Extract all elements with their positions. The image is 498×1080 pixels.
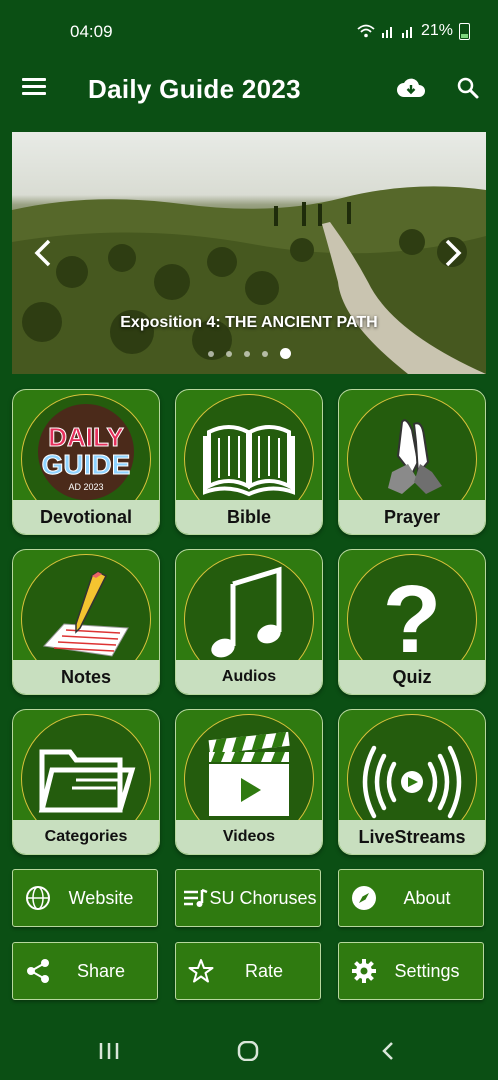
carousel-indicators [12, 348, 486, 359]
logo-line1: DAILY [48, 422, 124, 452]
wifi-icon [357, 24, 375, 38]
system-nav-bar [0, 1020, 498, 1080]
su-choruses-button[interactable]: SU Choruses [175, 869, 321, 927]
rate-button[interactable]: Rate [175, 942, 321, 1000]
playlist-icon [184, 888, 208, 907]
search-icon[interactable] [456, 76, 480, 100]
battery-icon [459, 22, 470, 40]
status-icons: 21% [357, 22, 470, 40]
folder-icon [38, 749, 136, 813]
tile-devotional[interactable]: DAILY GUIDE AD 2023 Devotional [12, 389, 160, 535]
button-label: Website [68, 887, 134, 908]
tile-audios[interactable]: Audios [175, 549, 323, 695]
clapperboard-icon [208, 731, 290, 816]
question-mark-icon: ? [383, 566, 442, 662]
battery-percent: 21% [420, 22, 453, 39]
tile-videos[interactable]: Videos [175, 709, 323, 855]
tile-categories[interactable]: Categories [12, 709, 160, 855]
app-title: Daily Guide 2023 [88, 74, 301, 104]
status-bar: 04:09 21% [0, 0, 498, 64]
gear-icon [352, 959, 376, 983]
pencil-paper-icon [42, 571, 129, 657]
back-icon[interactable] [380, 1041, 396, 1061]
recent-apps-icon[interactable] [98, 1042, 120, 1060]
globe-icon [26, 886, 50, 910]
about-button[interactable]: About [338, 869, 484, 927]
button-label: Settings [394, 960, 460, 981]
carousel-dot-active[interactable] [279, 348, 291, 359]
daily-guide-logo: DAILY GUIDE AD 2023 [38, 404, 134, 500]
cloud-download-icon[interactable] [396, 76, 426, 100]
tile-quiz[interactable]: ? Quiz [338, 549, 486, 695]
banner-image [12, 186, 486, 374]
status-time: 04:09 [70, 22, 113, 41]
button-label: About [403, 887, 451, 908]
button-label: Share [76, 960, 126, 981]
tile-label: LiveStreams [339, 820, 485, 854]
carousel-dot[interactable] [261, 350, 268, 357]
website-button[interactable]: Website [12, 869, 158, 927]
chevron-right-icon[interactable] [442, 238, 464, 268]
button-label: SU Choruses [209, 887, 317, 908]
music-note-icon [211, 566, 282, 658]
tile-label: Bible [176, 500, 322, 534]
compass-icon [352, 886, 376, 910]
signal-icon-2 [401, 27, 412, 38]
open-book-icon [203, 425, 295, 497]
tile-notes[interactable]: Notes [12, 549, 160, 695]
signal-icon [381, 27, 392, 38]
logo-line2: GUIDE [42, 449, 131, 480]
tile-label: Categories [13, 820, 159, 854]
share-icon [27, 959, 49, 983]
tile-label: Audios [176, 660, 322, 694]
tile-label: Notes [13, 660, 159, 694]
home-icon[interactable] [237, 1041, 259, 1061]
button-label: Rate [244, 960, 284, 981]
carousel-dot[interactable] [207, 350, 214, 357]
tile-prayer[interactable]: Prayer [338, 389, 486, 535]
carousel-dot[interactable] [225, 350, 232, 357]
tile-livestreams[interactable]: LiveStreams [338, 709, 486, 855]
broadcast-icon [362, 745, 462, 819]
logo-line3: AD 2023 [68, 482, 103, 492]
settings-button[interactable]: Settings [338, 942, 484, 1000]
tile-label: Prayer [339, 500, 485, 534]
banner-carousel[interactable]: Exposition 4: THE ANCIENT PATH [12, 132, 486, 374]
app-bar: Daily Guide 2023 [0, 64, 498, 116]
tile-label: Videos [176, 820, 322, 854]
share-button[interactable]: Share [12, 942, 158, 1000]
tile-label: Devotional [13, 500, 159, 534]
praying-hands-icon [388, 419, 442, 494]
menu-icon[interactable] [22, 78, 46, 96]
carousel-dot[interactable] [243, 350, 250, 357]
star-icon [188, 959, 214, 983]
tile-bible[interactable]: Bible [175, 389, 323, 535]
banner-caption: Exposition 4: THE ANCIENT PATH [120, 314, 378, 331]
chevron-left-icon[interactable] [32, 238, 54, 268]
svg-text:?: ? [383, 566, 442, 662]
tile-label: Quiz [339, 660, 485, 694]
